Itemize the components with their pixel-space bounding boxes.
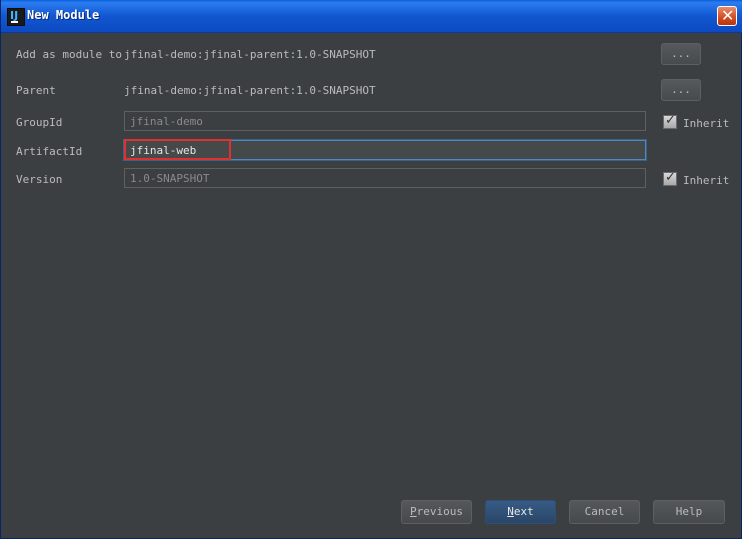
artifact-id-highlight	[124, 139, 231, 160]
version-value: 1.0-SNAPSHOT	[130, 172, 210, 185]
add-as-module-value: jfinal-demo:jfinal-parent:1.0-SNAPSHOT	[124, 48, 376, 61]
group-id-value: jfinal-demo	[130, 115, 203, 128]
help-button[interactable]: Help	[653, 500, 725, 524]
group-id-inherit-label: Inherit	[683, 117, 730, 130]
previous-button[interactable]: Previous	[401, 500, 472, 524]
parent-label: Parent	[16, 84, 56, 97]
intellij-icon: IJ	[7, 8, 25, 26]
title-bar[interactable]: IJ New Module ✕	[1, 0, 742, 33]
cancel-button[interactable]: Cancel	[569, 500, 640, 524]
version-label: Version	[16, 173, 63, 186]
group-id-field[interactable]: jfinal-demo	[124, 111, 646, 131]
previous-label: revious	[416, 505, 463, 518]
add-as-module-browse-button[interactable]: ...	[661, 43, 701, 65]
check-icon: ✓	[665, 113, 676, 128]
next-button[interactable]: Next	[485, 500, 556, 524]
version-inherit-checkbox[interactable]: ✓	[663, 170, 677, 186]
previous-mnemonic: P	[410, 505, 417, 518]
group-id-label: GroupId	[16, 116, 63, 129]
new-module-dialog: IJ New Module ✕ Add as module to jfinal-…	[0, 0, 742, 539]
group-id-inherit-checkbox[interactable]: ✓	[663, 113, 677, 129]
add-as-module-label: Add as module to	[16, 48, 122, 61]
next-label: ext	[513, 505, 534, 518]
close-icon: ✕	[721, 6, 735, 25]
window-title: New Module	[27, 8, 100, 22]
close-button[interactable]: ✕	[717, 6, 737, 26]
check-icon: ✓	[665, 170, 676, 185]
artifact-id-label: ArtifactId	[16, 145, 83, 158]
parent-browse-button[interactable]: ...	[661, 79, 701, 101]
version-field[interactable]: 1.0-SNAPSHOT	[124, 168, 646, 188]
next-mnemonic: N	[507, 505, 514, 518]
version-inherit-label: Inherit	[683, 174, 730, 187]
parent-value: jfinal-demo:jfinal-parent:1.0-SNAPSHOT	[124, 84, 376, 97]
